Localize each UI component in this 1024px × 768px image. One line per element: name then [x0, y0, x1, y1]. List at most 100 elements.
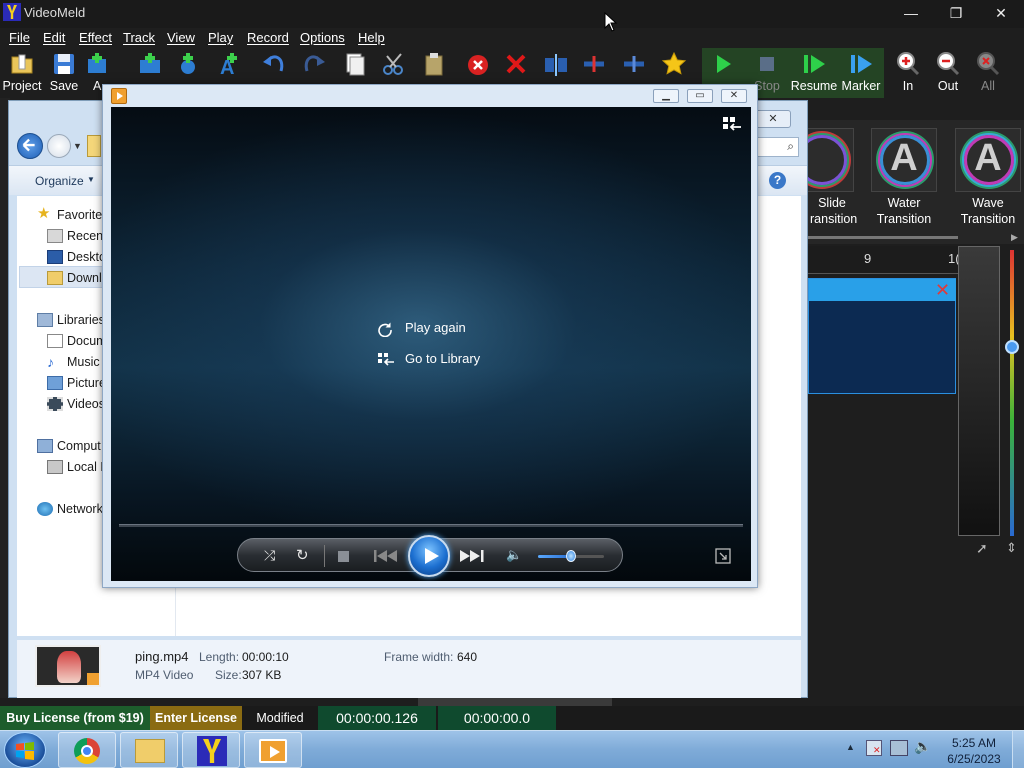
- clock-date: 6/25/2023: [947, 752, 1001, 766]
- clip-delete-icon[interactable]: ✕: [935, 279, 950, 301]
- menu-file[interactable]: File: [9, 30, 30, 45]
- transition-wave[interactable]: A Wave Transition: [955, 128, 1021, 228]
- play-pause-button[interactable]: [408, 535, 450, 577]
- switch-to-library-icon[interactable]: [721, 115, 743, 133]
- transition-water[interactable]: A Water Transition: [871, 128, 937, 228]
- zoom-in-button[interactable]: In: [890, 48, 926, 98]
- nav-libraries[interactable]: Libraries: [57, 313, 105, 327]
- minimize-button[interactable]: —: [888, 2, 934, 24]
- search-box[interactable]: ⌕: [757, 137, 799, 157]
- menu-play[interactable]: Play: [208, 30, 233, 45]
- video-thumbnail: [35, 645, 101, 687]
- trim-right-icon: [624, 56, 644, 72]
- taskbar-chrome[interactable]: [58, 732, 116, 768]
- nav-videos[interactable]: Videos: [67, 397, 105, 411]
- menu-view[interactable]: View: [167, 30, 195, 45]
- wmp-minimize-button[interactable]: ▁: [653, 89, 679, 103]
- water-transition-thumbnail: A: [871, 128, 937, 192]
- volume-knob[interactable]: [566, 550, 576, 562]
- timeline-clip[interactable]: ✕: [808, 278, 956, 394]
- forward-button[interactable]: [47, 134, 71, 158]
- menu-record[interactable]: Record: [247, 30, 289, 45]
- nav-computer[interactable]: Comput: [57, 439, 101, 453]
- network-icon[interactable]: [890, 740, 908, 756]
- wmp-maximize-button[interactable]: ▭: [687, 89, 713, 103]
- resume-button[interactable]: Resume: [790, 48, 838, 98]
- scroll-right-arrow-icon[interactable]: ▶: [1011, 232, 1018, 243]
- play-icon: [717, 55, 731, 73]
- taskbar-media-player[interactable]: [244, 732, 302, 768]
- explorer-close-button[interactable]: ✕: [755, 110, 791, 128]
- transitions-scrollbar[interactable]: [808, 236, 958, 239]
- level-meter-bar: [1010, 250, 1014, 536]
- organize-dropdown-icon: ▼: [87, 175, 95, 184]
- help-icon[interactable]: ?: [769, 172, 786, 189]
- thumbnail-figure: [57, 651, 81, 683]
- menu-track[interactable]: Track: [123, 30, 155, 45]
- stop-icon[interactable]: [338, 551, 349, 562]
- restore-button[interactable]: ❐: [933, 2, 979, 24]
- fullscreen-icon[interactable]: [715, 548, 731, 564]
- timeline-ruler[interactable]: 9 1(: [808, 246, 960, 274]
- seek-bar[interactable]: [119, 524, 743, 527]
- nav-pictures[interactable]: Picture: [67, 376, 106, 390]
- zoom-out-button[interactable]: Out: [930, 48, 966, 98]
- nav-network[interactable]: Network: [57, 502, 103, 516]
- music-note-icon: ♪: [47, 354, 54, 370]
- start-button[interactable]: [4, 732, 46, 768]
- marker-button[interactable]: Marker: [838, 48, 884, 98]
- pin-icon[interactable]: ➚: [976, 540, 988, 557]
- nav-desktop[interactable]: Deskto: [67, 250, 106, 264]
- volume-slider-knob[interactable]: [1005, 340, 1019, 354]
- nav-documents[interactable]: Docum: [67, 334, 107, 348]
- taskbar-videomeld[interactable]: [182, 732, 240, 768]
- current-time-display: 00:00:00.126: [318, 706, 436, 730]
- buy-license-button[interactable]: Buy License (from $19): [0, 706, 150, 730]
- nav-recent-places[interactable]: Recent: [67, 229, 107, 243]
- clock[interactable]: 5:25 AM 6/25/2023: [940, 734, 1008, 766]
- floppy-disk-icon: [54, 54, 74, 74]
- repeat-icon[interactable]: ↻: [296, 546, 309, 564]
- previous-icon[interactable]: [372, 548, 400, 564]
- save-label: Save: [49, 79, 79, 93]
- resize-vertical-icon[interactable]: ⇕: [1006, 540, 1017, 556]
- menu-edit[interactable]: Edit: [43, 30, 65, 45]
- show-desktop-button[interactable]: [1012, 731, 1024, 768]
- taskbar-explorer[interactable]: [120, 732, 178, 768]
- nav-favorites[interactable]: Favorites: [57, 208, 108, 222]
- video-area[interactable]: Play again Go to Library ⤮ ↻ 🔈: [111, 107, 751, 581]
- play-icon: [425, 548, 439, 564]
- play-again-label: Play again: [405, 320, 466, 335]
- project-button[interactable]: Project: [2, 48, 42, 98]
- library-icon: [378, 353, 394, 366]
- close-button[interactable]: ✕: [978, 2, 1024, 24]
- folder-icon: [11, 54, 33, 74]
- recent-pages-dropdown-icon[interactable]: ▼: [73, 141, 82, 151]
- show-hidden-icons-arrow[interactable]: ▲: [846, 742, 855, 752]
- action-center-icon[interactable]: ✕: [866, 740, 882, 756]
- controls-divider: [324, 545, 325, 567]
- zoom-all-button[interactable]: All: [970, 48, 1006, 98]
- play-again-link[interactable]: Play again: [377, 319, 497, 339]
- shuffle-icon[interactable]: ⤮: [264, 547, 275, 564]
- organize-menu[interactable]: Organize: [35, 174, 84, 188]
- enter-license-button[interactable]: Enter License: [150, 706, 242, 730]
- go-to-library-link[interactable]: Go to Library: [377, 350, 517, 370]
- back-button[interactable]: [17, 133, 43, 159]
- menu-options[interactable]: Options: [300, 30, 345, 45]
- zoom-in-icon: [897, 52, 920, 76]
- menu-help[interactable]: Help: [358, 30, 385, 45]
- downloads-folder-icon: [47, 271, 63, 285]
- save-button[interactable]: Save: [46, 48, 82, 98]
- recent-places-icon: [47, 229, 63, 243]
- next-icon[interactable]: [458, 548, 486, 564]
- documents-icon: [47, 334, 63, 348]
- volume-icon[interactable]: 🔈: [506, 547, 522, 563]
- nav-downloads[interactable]: Downl: [67, 271, 102, 285]
- wmp-close-button[interactable]: ✕: [721, 89, 747, 103]
- menu-effect[interactable]: Effect: [79, 30, 112, 45]
- network-globe-icon: [37, 502, 53, 516]
- nav-music[interactable]: Music: [67, 355, 100, 369]
- speaker-icon[interactable]: 🔈: [914, 738, 931, 755]
- pictures-icon: [47, 376, 63, 390]
